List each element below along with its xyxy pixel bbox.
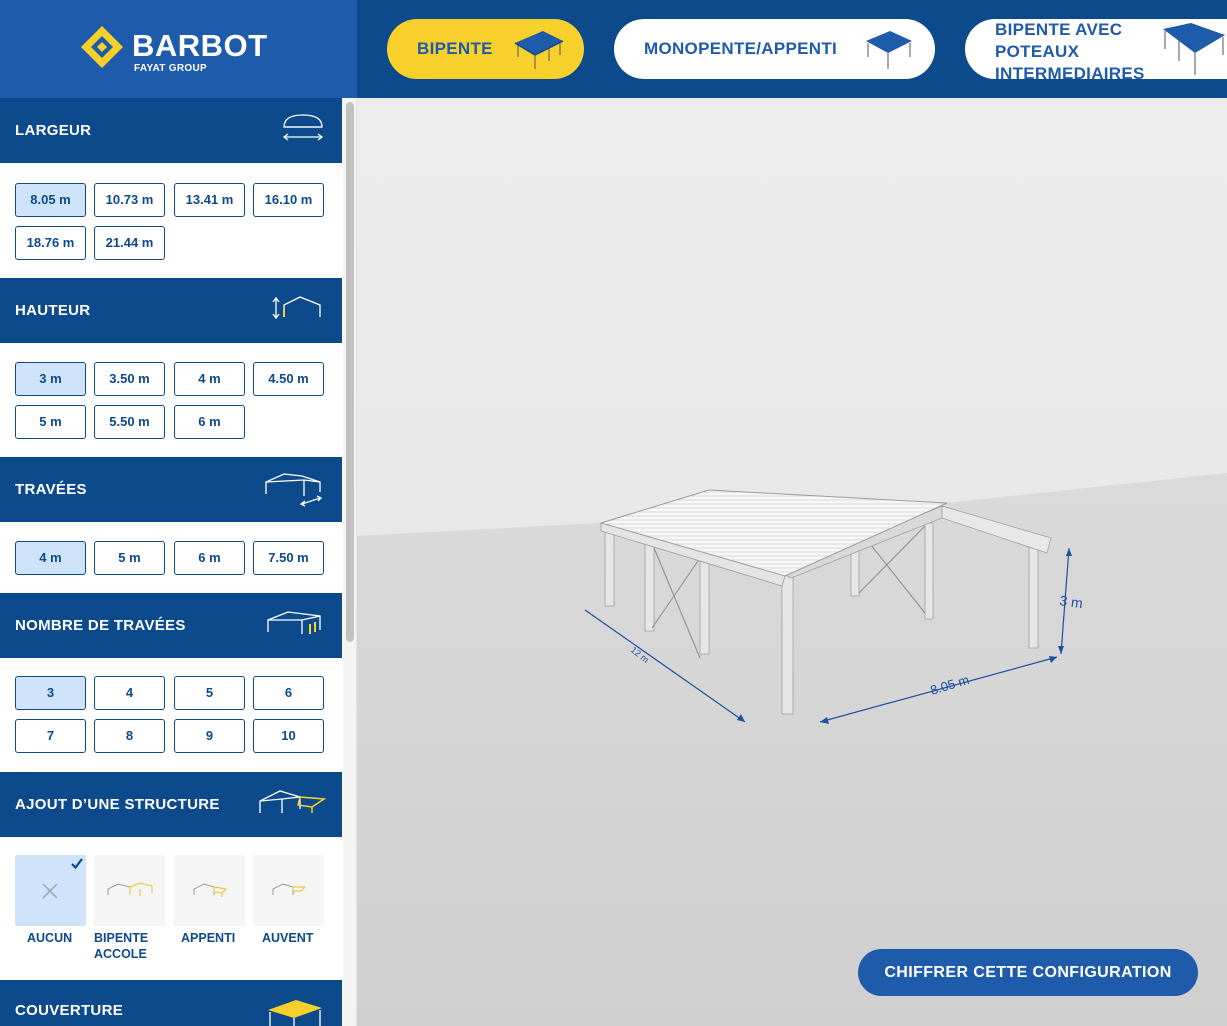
section-nombre-title: NOMBRE DE TRAVÉES: [15, 617, 186, 634]
brand-group: FAYAT GROUP: [134, 63, 207, 74]
type-poteaux-button[interactable]: BIPENTE AVEC POTEAUX INTERMEDIAIRES: [965, 19, 1227, 83]
section-hauteur-title: HAUTEUR: [15, 302, 91, 319]
type-poteaux-label: BIPENTE AVEC POTEAUX INTERMEDIAIRES: [995, 20, 1145, 83]
bipente-accole-icon: [107, 882, 153, 896]
poteaux-roof-icon: [1163, 23, 1225, 75]
checkmark-icon: [71, 858, 83, 869]
structure-aucun-label: AUCUN: [27, 931, 73, 945]
section-structure-title: AJOUT D’UNE STRUCTURE: [15, 796, 220, 813]
sidebar-scrollbar-thumb[interactable]: [346, 102, 354, 642]
auvent-icon: [272, 883, 307, 895]
section-nombre-header: NOMBRE DE TRAVÉES: [0, 593, 342, 658]
travees-option[interactable]: 6 m: [174, 541, 245, 575]
structure-appenti-label: APPENTI: [181, 931, 236, 945]
largeur-option[interactable]: 18.76 m: [15, 226, 86, 260]
close-icon: [42, 883, 58, 899]
roof-cover-icon: [268, 1000, 322, 1026]
largeur-option[interactable]: 13.41 m: [174, 183, 245, 217]
brand-name: BARBOT: [132, 28, 268, 63]
largeur-option[interactable]: 8.05 m: [15, 183, 86, 217]
building-3d-scene: 3 m 8.05 m 12 m: [357, 98, 1227, 1026]
section-structure-header: AJOUT D’UNE STRUCTURE: [0, 772, 342, 837]
section-travees-title: TRAVÉES: [15, 481, 87, 498]
nombre-option[interactable]: 5: [174, 676, 245, 710]
hauteur-option[interactable]: 4.50 m: [253, 362, 324, 396]
travees-option[interactable]: 5 m: [94, 541, 165, 575]
hauteur-option[interactable]: 5 m: [15, 405, 86, 439]
bay-icon: [265, 473, 323, 507]
appenti-icon: [193, 883, 228, 897]
section-largeur-header: LARGEUR: [0, 98, 342, 163]
nombre-option[interactable]: 6: [253, 676, 324, 710]
height-icon: [272, 296, 321, 320]
nombre-option[interactable]: 10: [253, 719, 324, 753]
hauteur-option[interactable]: 4 m: [174, 362, 245, 396]
structure-appenti-card[interactable]: [174, 855, 245, 926]
section-couverture-title: COUVERTURE: [15, 1002, 124, 1019]
hauteur-option[interactable]: 3.50 m: [94, 362, 165, 396]
config-sidebar: LARGEUR 8.05 m 10.73 m 13.41 m 16.10 m 1…: [0, 98, 357, 1026]
type-monopente-label: MONOPENTE/APPENTI: [644, 39, 838, 58]
structure-bipente-accole-label: BIPENTE ACCOLE: [94, 931, 149, 961]
type-bipente-label: BIPENTE: [417, 39, 493, 58]
structure-aucun-card[interactable]: [15, 855, 86, 926]
section-travees-header: TRAVÉES: [0, 457, 342, 522]
hauteur-option[interactable]: 3 m: [15, 362, 86, 396]
building-3d-viewer[interactable]: 3 m 8.05 m 12 m: [357, 98, 1227, 1026]
largeur-option[interactable]: 16.10 m: [253, 183, 324, 217]
hauteur-option[interactable]: 6 m: [174, 405, 245, 439]
bay-count-icon: [267, 611, 321, 634]
nombre-option[interactable]: 4: [94, 676, 165, 710]
type-monopente-button[interactable]: MONOPENTE/APPENTI: [614, 19, 935, 79]
dim-height-label: 3 m: [1059, 592, 1084, 611]
section-largeur-title: LARGEUR: [15, 122, 92, 139]
brand-logo-area[interactable]: BARBOT FAYAT GROUP: [0, 0, 357, 98]
section-hauteur-header: HAUTEUR: [0, 278, 342, 343]
add-structure-icon: [259, 790, 326, 813]
travees-option[interactable]: 7.50 m: [253, 541, 324, 575]
structure-bipente-accole-card[interactable]: [94, 855, 165, 926]
nombre-option[interactable]: 9: [174, 719, 245, 753]
nombre-option[interactable]: 8: [94, 719, 165, 753]
nombre-option[interactable]: 3: [15, 676, 86, 710]
structure-auvent-card[interactable]: [253, 855, 324, 926]
nombre-option[interactable]: 7: [15, 719, 86, 753]
width-icon: [282, 114, 324, 141]
type-bipente-button[interactable]: BIPENTE: [387, 19, 584, 79]
travees-option[interactable]: 4 m: [15, 541, 86, 575]
largeur-option[interactable]: 10.73 m: [94, 183, 165, 217]
top-header: BARBOT FAYAT GROUP BIPENTE MONOPENTE/APP…: [0, 0, 1227, 98]
quote-configuration-button[interactable]: CHIFFRER CETTE CONFIGURATION: [858, 949, 1198, 996]
structure-auvent-label: AUVENT: [262, 931, 314, 945]
section-couverture-header: COUVERTURE: [0, 980, 342, 1026]
barbot-logo-icon: [81, 26, 123, 68]
monopente-roof-icon: [866, 31, 912, 69]
bipente-roof-icon: [514, 31, 564, 69]
hauteur-option[interactable]: 5.50 m: [94, 405, 165, 439]
largeur-option[interactable]: 21.44 m: [94, 226, 165, 260]
